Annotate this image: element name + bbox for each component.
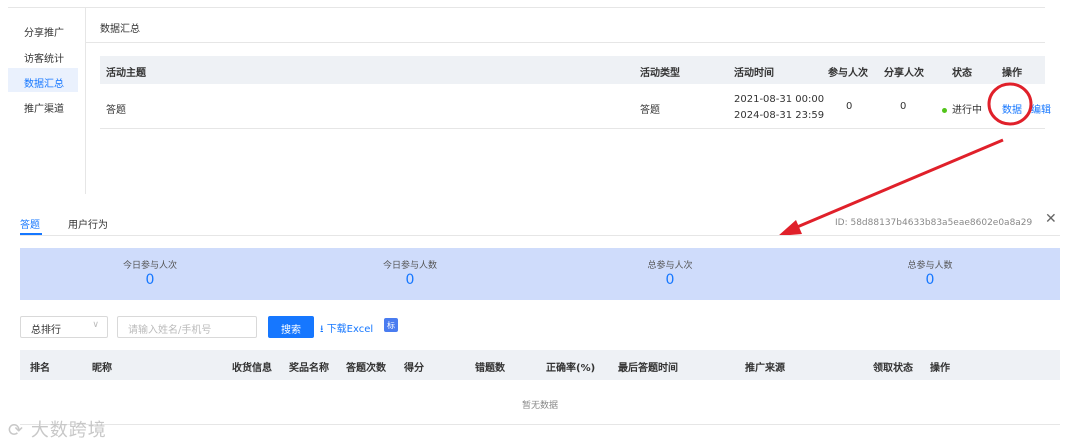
close-icon[interactable]: ✕: [1045, 211, 1057, 227]
tab-quiz[interactable]: 答题: [20, 216, 40, 231]
watermark-logo: ⟳ 大数跨境: [8, 416, 107, 442]
col-wrong: 错题数: [475, 363, 505, 374]
col-prize: 奖品名称: [289, 363, 329, 374]
stat-today-times-value: 0: [145, 272, 155, 288]
tab-user-behavior[interactable]: 用户行为: [68, 216, 108, 231]
download-label: 下载Excel: [326, 324, 374, 335]
col-score: 得分: [404, 363, 424, 374]
col-accuracy: 正确率(%): [546, 363, 596, 374]
search-button[interactable]: 搜索: [268, 316, 314, 338]
download-excel-link[interactable]: ⭳ 下载Excel: [320, 320, 373, 339]
empty-state: 暂无数据: [521, 401, 558, 411]
col-claim-status: 领取状态: [873, 363, 913, 374]
stat-today-people-value: 0: [405, 272, 415, 288]
annotation-circle: [987, 82, 1033, 126]
tag-badge[interactable]: 标: [384, 318, 398, 332]
annotation-arrow-line: [789, 138, 1004, 232]
annotation-arrow-head: [778, 220, 802, 236]
col-rank-actions: 操作: [930, 363, 950, 374]
stat-total-people-value: 0: [925, 272, 935, 288]
rank-table-bottom: [20, 424, 1060, 425]
col-nickname: 昵称: [92, 363, 112, 374]
col-source: 推广来源: [745, 363, 785, 374]
col-shipping: 收货信息: [232, 363, 272, 374]
chevron-down-icon: ∨: [92, 320, 99, 330]
col-last-time: 最后答题时间: [618, 363, 678, 374]
stat-today-people-label: 今日参与人数: [382, 261, 437, 271]
ranking-select[interactable]: 总排行 ∨: [20, 316, 108, 338]
tabs-divider: [20, 235, 1060, 236]
activity-id: ID: 58d88137b4633b83a5eae8602e0a8a29: [835, 218, 1033, 228]
stat-today-times-label: 今日参与人次: [122, 261, 177, 271]
col-attempts: 答题次数: [346, 363, 386, 374]
col-rank: 排名: [30, 363, 50, 374]
stat-total-times-label: 总参与人次: [647, 261, 693, 271]
watermark-icon: ⟳: [8, 420, 31, 441]
watermark-text: 大数跨境: [30, 420, 107, 441]
stat-total-people-label: 总参与人数: [907, 261, 953, 271]
download-icon: ⭳: [320, 324, 327, 335]
search-input[interactable]: 请输入姓名/手机号: [117, 316, 257, 338]
ranking-select-value: 总排行: [31, 325, 61, 336]
stat-total-times-value: 0: [665, 272, 675, 288]
